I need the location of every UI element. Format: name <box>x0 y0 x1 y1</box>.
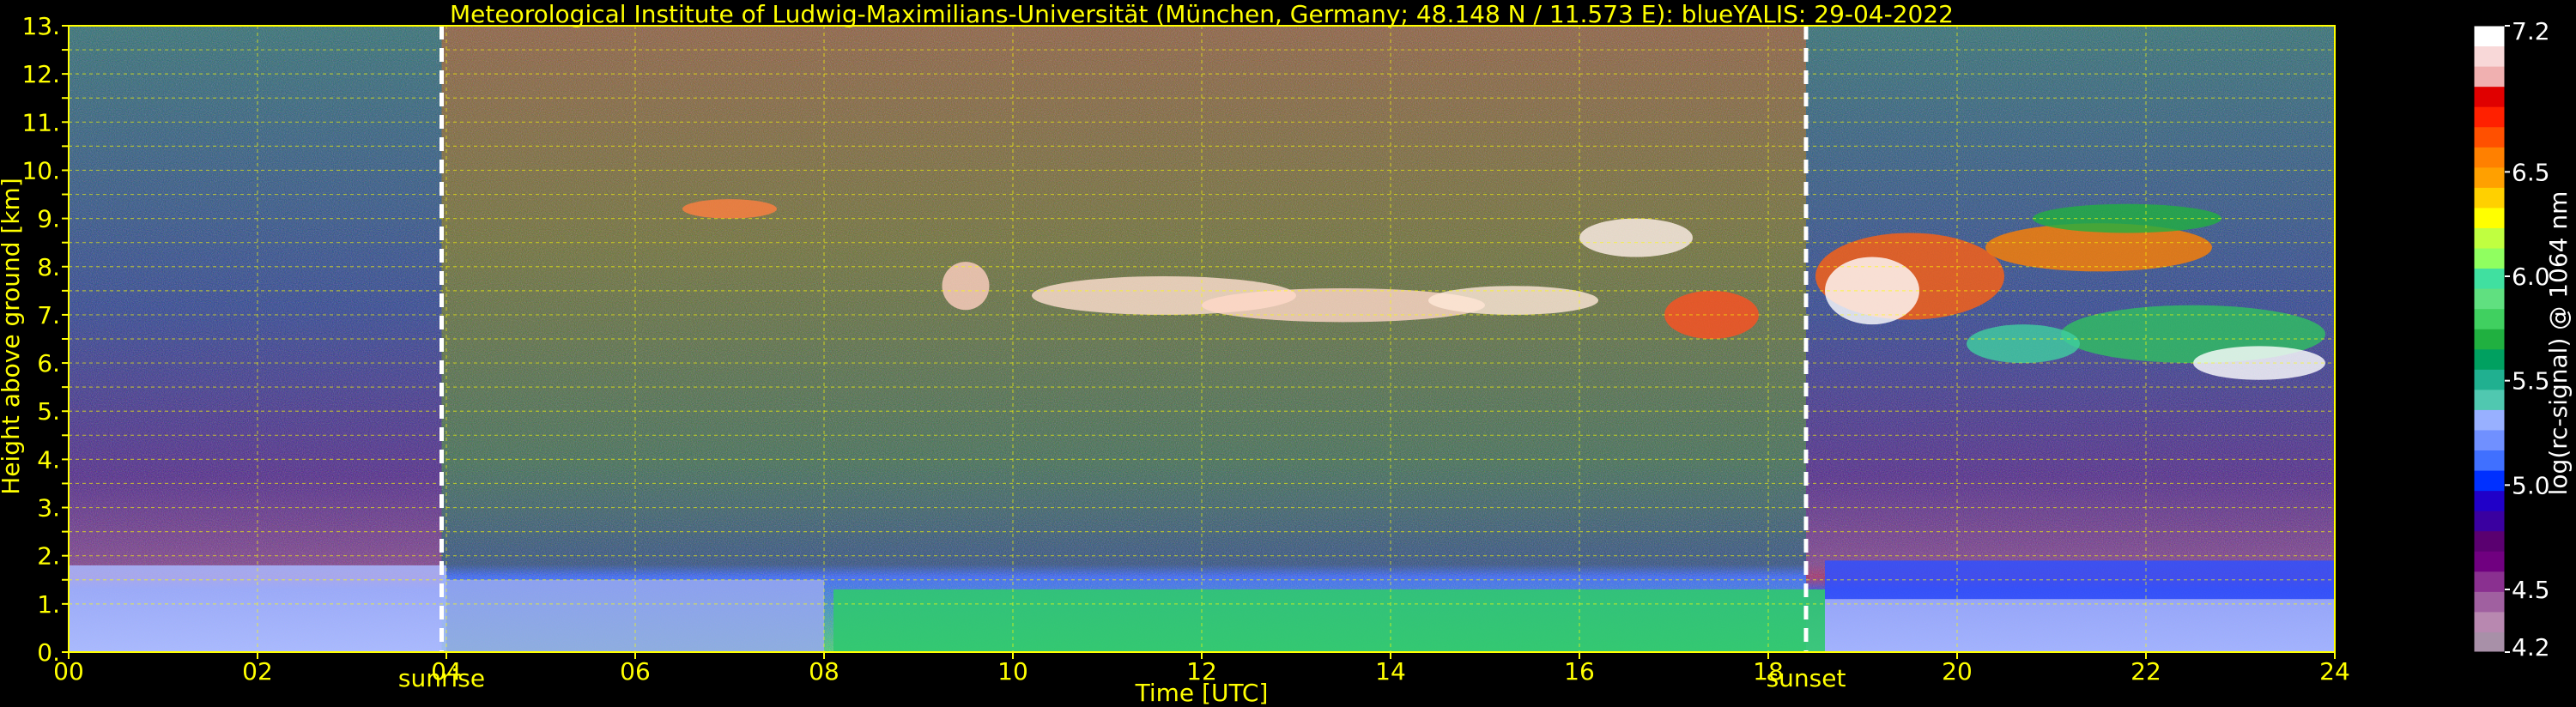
colorbar-swatch <box>2474 450 2505 471</box>
colorbar-swatch <box>2474 571 2505 592</box>
colorbar-swatch <box>2474 611 2505 632</box>
colorbar-swatch <box>2474 490 2505 511</box>
y-tick-label: 13. <box>21 12 60 40</box>
x-tick-label: 04 <box>431 657 462 686</box>
x-tick-label: 10 <box>997 657 1028 686</box>
y-tick-label: 1. <box>37 590 60 619</box>
colorbar: 7.26.56.05.55.04.54.2 <box>2473 17 2550 662</box>
y-tick-label: 6. <box>37 349 60 378</box>
colorbar-swatch <box>2474 631 2505 653</box>
x-tick-label: 18 <box>1753 657 1784 686</box>
colorbar-swatch <box>2474 187 2505 208</box>
boundary-layer <box>1825 599 2335 652</box>
colorbar-swatch <box>2474 409 2505 431</box>
colorbar-swatch <box>2474 530 2505 552</box>
colorbar-swatch <box>2474 26 2505 47</box>
colorbar-tick-label: 7.2 <box>2512 17 2550 45</box>
y-tick-label: 3. <box>37 494 60 523</box>
colorbar-swatch <box>2474 147 2505 168</box>
y-tick-label: 5. <box>37 397 60 426</box>
x-tick-label: 06 <box>620 657 651 686</box>
y-tick-label: 9. <box>37 205 60 233</box>
colorbar-swatch <box>2474 166 2505 188</box>
x-tick-label: 16 <box>1564 657 1595 686</box>
colorbar-swatch <box>2474 288 2505 310</box>
y-axis-label: Height above ground [km] <box>0 178 25 495</box>
colorbar-swatch <box>2474 429 2505 451</box>
colorbar-tick-label: 4.2 <box>2512 633 2550 662</box>
colorbar-swatch <box>2474 45 2505 67</box>
colorbar-swatch <box>2474 551 2505 572</box>
colorbar-swatch <box>2474 227 2505 249</box>
cloud-feature <box>1967 324 2080 364</box>
colorbar-label: log(rc-signal) @ 1064 nm <box>2544 191 2573 496</box>
colorbar-swatch <box>2474 470 2505 492</box>
colorbar-swatch <box>2474 268 2505 289</box>
x-tick-label: 24 <box>2319 657 2350 686</box>
x-tick-label: 02 <box>242 657 273 686</box>
cloud-feature <box>1579 218 1693 257</box>
colorbar-swatch <box>2474 207 2505 228</box>
y-tick-label: 7. <box>37 301 60 329</box>
boundary-layer <box>1825 560 2335 600</box>
colorbar-swatch <box>2474 511 2505 532</box>
y-tick-label: 2. <box>37 542 60 571</box>
colorbar-swatch <box>2474 126 2505 148</box>
y-tick-label: 11. <box>21 108 60 136</box>
y-tick-label: 12. <box>21 60 60 88</box>
y-tick-label: 0. <box>37 638 60 667</box>
chart-title: Meteorological Institute of Ludwig-Maxim… <box>450 0 1954 28</box>
colorbar-swatch <box>2474 66 2505 88</box>
colorbar-swatch <box>2474 389 2505 410</box>
colorbar-swatch <box>2474 106 2505 128</box>
colorbar-swatch <box>2474 308 2505 329</box>
colorbar-tick-label: 6.5 <box>2512 158 2550 186</box>
colorbar-swatch <box>2474 329 2505 350</box>
lidar-chart: sunrise sunset 00 02 04 06 08 10 12 14 16 18 20 22 24… <box>0 0 2573 707</box>
colorbar-swatch <box>2474 248 2505 269</box>
colorbar-swatch <box>2474 348 2505 370</box>
colorbar-swatch <box>2474 591 2505 613</box>
colorbar-swatch <box>2474 86 2505 107</box>
colorbar-tick-label: 4.5 <box>2512 576 2550 604</box>
y-tick-label: 4. <box>37 445 60 474</box>
x-axis-label: Time [UTC] <box>1135 679 1269 707</box>
cloud-feature <box>682 199 777 219</box>
x-tick-label: 14 <box>1375 657 1406 686</box>
boundary-layer <box>833 589 1825 652</box>
y-tick-label: 8. <box>37 253 60 281</box>
y-tick-label: 10. <box>21 156 60 184</box>
x-tick-label: 20 <box>1942 657 1973 686</box>
cloud-feature <box>942 262 990 311</box>
colorbar-swatch <box>2474 369 2505 390</box>
x-tick-label: 22 <box>2131 657 2161 686</box>
x-tick-label: 08 <box>809 657 839 686</box>
